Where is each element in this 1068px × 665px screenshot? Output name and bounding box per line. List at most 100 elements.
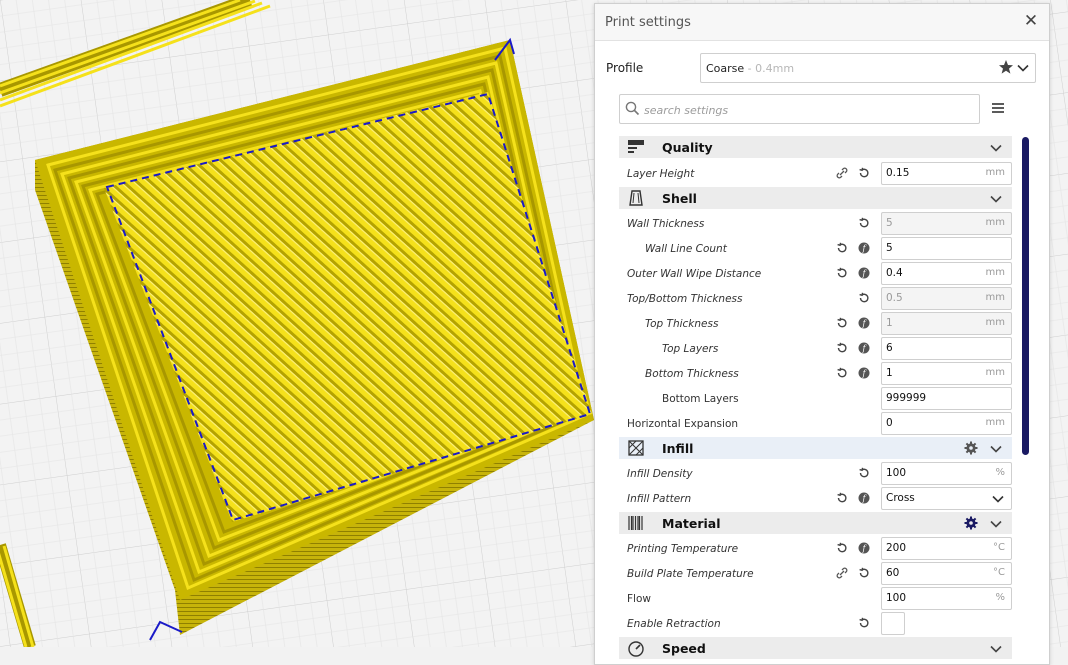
function-icon: f (858, 242, 870, 254)
section-speed[interactable]: Speed (619, 637, 1012, 659)
chevron-down-icon[interactable] (1017, 62, 1029, 74)
section-infill[interactable]: Infill (619, 437, 1012, 459)
chevron-down-icon[interactable] (990, 142, 1002, 154)
top-thickness-field[interactable]: 1 mm (881, 312, 1012, 335)
link-icon (836, 567, 848, 579)
chevron-down-icon[interactable] (990, 193, 1002, 205)
setting-top-layers: Top Layers f 6 (619, 337, 1012, 362)
bottom-layers-field[interactable]: 999999 (881, 387, 1012, 410)
section-title: Material (662, 516, 721, 531)
section-shell[interactable]: Shell (619, 187, 1012, 209)
setting-label: Top Layers (662, 343, 719, 355)
setting-label: Infill Density (627, 468, 693, 480)
reset-icon[interactable] (836, 492, 848, 504)
star-icon[interactable] (998, 59, 1014, 75)
wall-thickness-field[interactable]: 5 mm (881, 212, 1012, 235)
profile-value: Coarse - 0.4mm (706, 62, 795, 75)
reset-icon[interactable] (858, 292, 870, 304)
function-icon: f (858, 317, 870, 329)
infill-pattern-select[interactable]: Cross (881, 487, 1012, 510)
setting-label: Bottom Layers (662, 393, 739, 405)
chevron-down-icon[interactable] (990, 443, 1002, 455)
setting-top-bottom-thickness: Top/Bottom Thickness 0.5 mm (619, 287, 1012, 312)
scrollbar[interactable] (1022, 137, 1029, 455)
profile-subtitle: - 0.4mm (744, 62, 795, 75)
close-icon[interactable]: ✕ (1021, 11, 1041, 31)
horizontal-expansion-field[interactable]: 0 mm (881, 412, 1012, 435)
setting-label: Build Plate Temperature (627, 568, 754, 580)
printing-temperature-field[interactable]: 200 °C (881, 537, 1012, 560)
setting-label: Infill Pattern (627, 493, 692, 505)
reset-icon[interactable] (858, 567, 870, 579)
section-title: Quality (662, 140, 713, 155)
chevron-down-icon[interactable] (990, 518, 1002, 530)
shell-icon (629, 190, 643, 206)
setting-label: Wall Line Count (645, 243, 727, 255)
setting-bottom-layers: Bottom Layers 999999 (619, 387, 1012, 412)
infill-density-field[interactable]: 100% (881, 462, 1012, 485)
section-title: Infill (662, 441, 694, 456)
function-icon: f (858, 492, 870, 504)
setting-enable-retraction: Enable Retraction (619, 612, 1012, 637)
chevron-down-icon[interactable] (990, 643, 1002, 655)
setting-infill-density: Infill Density 100% (619, 462, 1012, 487)
material-icon (628, 516, 643, 530)
section-title: Shell (662, 191, 697, 206)
reset-icon[interactable] (858, 617, 870, 629)
top-bottom-thickness-field[interactable]: 0.5 mm (881, 287, 1012, 310)
section-material[interactable]: Material (619, 512, 1012, 534)
setting-label: Printing Temperature (627, 543, 739, 555)
reset-icon[interactable] (858, 217, 870, 229)
setting-label: Top/Bottom Thickness (627, 293, 743, 305)
bottom-thickness-field[interactable]: 1 mm (881, 362, 1012, 385)
setting-wall-thickness: Wall Thickness 5 mm (619, 212, 1012, 237)
setting-horizontal-expansion: Horizontal Expansion 0 mm (619, 412, 1012, 437)
reset-icon[interactable] (836, 267, 848, 279)
top-layers-field[interactable]: 6 (881, 337, 1012, 360)
enable-retraction-checkbox[interactable] (881, 612, 905, 635)
reset-icon[interactable] (858, 167, 870, 179)
setting-wall-line-count: Wall Line Count f 5 (619, 237, 1012, 262)
setting-layer-height: Layer Height 0.15 mm (619, 162, 1012, 187)
outer-wall-wipe-field[interactable]: 0.4 mm (881, 262, 1012, 285)
gear-icon[interactable] (964, 516, 978, 530)
settings-list: Quality Layer Height 0.15 mm Shell Wall T… (595, 134, 1019, 664)
function-icon: f (858, 367, 870, 379)
function-icon: f (858, 267, 870, 279)
section-title: Speed (662, 641, 706, 656)
wall-line-count-field[interactable]: 5 (881, 237, 1012, 260)
reset-icon[interactable] (836, 317, 848, 329)
chevron-down-icon[interactable] (992, 493, 1004, 505)
reset-icon[interactable] (836, 542, 848, 554)
setting-label: Layer Height (627, 168, 695, 180)
profile-label: Profile (606, 61, 644, 75)
speed-icon (628, 641, 644, 657)
flow-field[interactable]: 100% (881, 587, 1012, 610)
setting-outer-wall-wipe-distance: Outer Wall Wipe Distance f 0.4 mm (619, 262, 1012, 287)
section-quality[interactable]: Quality (619, 136, 1012, 158)
setting-label: Horizontal Expansion (627, 418, 739, 430)
setting-label: Bottom Thickness (645, 368, 739, 380)
search-input[interactable] (642, 99, 966, 121)
reset-icon[interactable] (858, 467, 870, 479)
setting-label: Flow (627, 593, 651, 605)
profile-select[interactable]: Coarse - 0.4mm (700, 53, 1036, 83)
profile-row: Profile Coarse - 0.4mm (595, 53, 1049, 83)
hamburger-menu-icon[interactable] (990, 100, 1006, 116)
reset-icon[interactable] (836, 342, 848, 354)
panel-header: Print settings ✕ (595, 4, 1049, 41)
setting-printing-temperature: Printing Temperature f 200 °C (619, 537, 1012, 562)
setting-label: Top Thickness (645, 318, 719, 330)
setting-infill-pattern: Infill Pattern f Cross (619, 487, 1012, 512)
search-box[interactable] (619, 94, 980, 124)
setting-flow: Flow 100% (619, 587, 1012, 612)
reset-icon[interactable] (836, 242, 848, 254)
gear-icon[interactable] (964, 441, 978, 455)
quality-icon (628, 140, 644, 153)
reset-icon[interactable] (836, 367, 848, 379)
setting-label: Wall Thickness (627, 218, 705, 230)
build-plate-temperature-field[interactable]: 60 °C (881, 562, 1012, 585)
setting-label: Enable Retraction (627, 618, 721, 630)
setting-top-thickness: Top Thickness f 1 mm (619, 312, 1012, 337)
layer-height-field[interactable]: 0.15 mm (881, 162, 1012, 185)
